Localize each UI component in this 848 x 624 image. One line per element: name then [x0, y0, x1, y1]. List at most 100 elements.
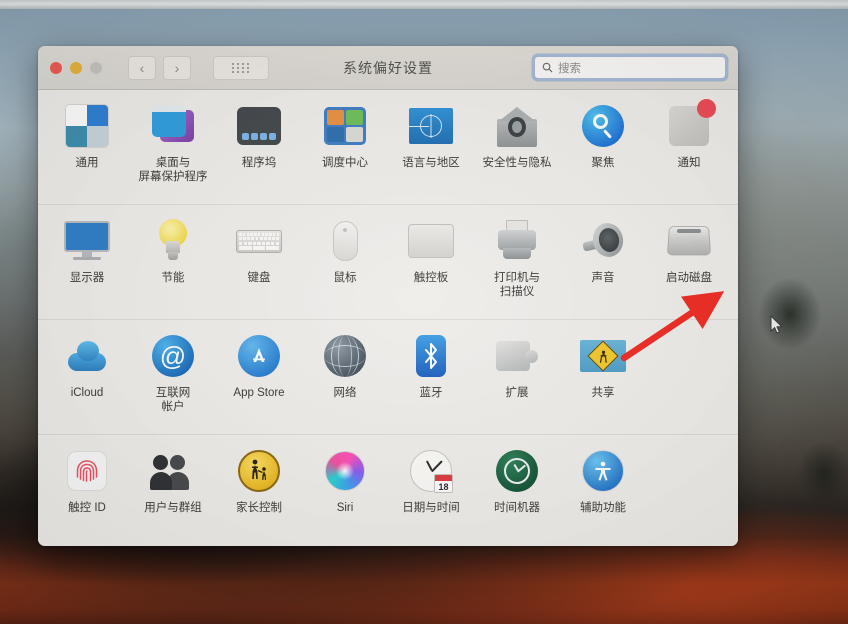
close-button[interactable]	[50, 61, 62, 74]
navigation-buttons: ‹ ›	[128, 55, 191, 80]
pref-label: 调度中心	[322, 157, 368, 169]
pref-label: 语言与地区	[402, 157, 460, 169]
pref-accessibility[interactable]: 辅助功能	[560, 445, 646, 541]
calendar-badge: 18	[434, 474, 453, 493]
displays-icon	[63, 217, 111, 265]
pref-siri[interactable]: Siri	[302, 445, 388, 541]
pref-internet-accounts[interactable]: @ 互联网 帐户	[130, 330, 216, 426]
preferences-row: 通用 桌面与 屏幕保护程序 程序坞 调度中心 语言与地区 安全性与隐私 聚焦 通…	[38, 90, 738, 205]
pref-label: 通用	[75, 157, 99, 169]
chevron-left-icon: ‹	[139, 59, 145, 76]
pref-label: 声音	[591, 272, 615, 284]
extensions-icon	[493, 332, 541, 380]
system-preferences-window: ‹ › 系统偏好设置 搜索 通用 桌面与 屏幕保护程序 程序坞 调度中心 语言与…	[38, 46, 738, 546]
pref-label: 家长控制	[236, 502, 282, 514]
network-icon	[321, 332, 369, 380]
pref-label: 触控板	[413, 272, 449, 284]
pref-spotlight[interactable]: 聚焦	[560, 100, 646, 196]
language-region-icon	[407, 102, 455, 150]
pref-label: 打印机与 扫描仪	[494, 272, 540, 299]
pref-label: 时间机器	[494, 502, 540, 514]
pref-time-machine[interactable]: 时间机器	[474, 445, 560, 541]
spotlight-icon	[579, 102, 627, 150]
security-privacy-icon	[493, 102, 541, 150]
pref-dock[interactable]: 程序坞	[216, 100, 302, 196]
pref-empty-slot	[646, 330, 732, 426]
pref-label: iCloud	[70, 387, 104, 399]
pref-label: 扩展	[505, 387, 529, 399]
search-icon	[542, 62, 553, 73]
trackpad-icon	[407, 217, 455, 265]
pref-extensions[interactable]: 扩展	[474, 330, 560, 426]
pref-printers-scanners[interactable]: 打印机与 扫描仪	[474, 215, 560, 311]
pref-mission-control[interactable]: 调度中心	[302, 100, 388, 196]
mission-control-icon	[321, 102, 369, 150]
show-all-button[interactable]	[213, 55, 269, 80]
pref-bluetooth[interactable]: 蓝牙	[388, 330, 474, 426]
pref-general[interactable]: 通用	[44, 100, 130, 196]
pref-label: 程序坞	[241, 157, 277, 169]
wallpaper-tree-cluster-2	[790, 429, 848, 519]
pref-users-groups[interactable]: 用户与群组	[130, 445, 216, 541]
search-area: 搜索	[534, 56, 726, 79]
startup-disk-icon	[665, 217, 713, 265]
pref-startup-disk[interactable]: 启动磁盘	[646, 215, 732, 311]
minimize-button[interactable]	[70, 61, 82, 74]
pref-label: 键盘	[247, 272, 271, 284]
grid-icon	[232, 62, 250, 73]
pref-desktop-screensaver[interactable]: 桌面与 屏幕保护程序	[130, 100, 216, 196]
users-groups-icon	[149, 447, 197, 495]
pref-label: 鼠标	[333, 272, 357, 284]
arrow-cursor	[770, 315, 783, 334]
internet-accounts-icon: @	[149, 332, 197, 380]
pref-label: 触控 ID	[68, 502, 106, 514]
pref-icloud[interactable]: iCloud	[44, 330, 130, 426]
pref-label: App Store	[233, 387, 285, 399]
search-field[interactable]: 搜索	[534, 56, 726, 79]
screen: ‹ › 系统偏好设置 搜索 通用 桌面与 屏幕保护程序 程序坞 调度中心 语言与…	[0, 0, 848, 624]
notification-badge	[697, 99, 716, 118]
pref-network[interactable]: 网络	[302, 330, 388, 426]
pref-language-region[interactable]: 语言与地区	[388, 100, 474, 196]
pref-date-time[interactable]: 18 日期与时间	[388, 445, 474, 541]
pref-security-privacy[interactable]: 安全性与隐私	[474, 100, 560, 196]
pref-label: 显示器	[69, 272, 105, 284]
date-time-icon: 18	[407, 447, 455, 495]
pref-label: 桌面与 屏幕保护程序	[138, 157, 208, 184]
pref-label: 共享	[591, 387, 615, 399]
zoom-button	[90, 61, 102, 74]
traffic-light-group	[50, 61, 102, 74]
energy-saver-icon	[149, 217, 197, 265]
pref-label: 日期与时间	[402, 502, 460, 514]
pref-keyboard[interactable]: 键盘	[216, 215, 302, 311]
pref-label: 启动磁盘	[666, 272, 712, 284]
pref-mouse[interactable]: 鼠标	[302, 215, 388, 311]
pref-displays[interactable]: 显示器	[44, 215, 130, 311]
pref-label: 通知	[677, 157, 701, 169]
app-store-icon	[235, 332, 283, 380]
pref-label: 辅助功能	[580, 502, 626, 514]
printers-scanners-icon	[493, 217, 541, 265]
pref-label: 安全性与隐私	[482, 157, 552, 169]
pref-sound[interactable]: 声音	[560, 215, 646, 311]
back-button[interactable]: ‹	[128, 55, 156, 80]
sound-icon	[579, 217, 627, 265]
pref-touch-id[interactable]: 触控 ID	[44, 445, 130, 541]
mouse-icon	[321, 217, 369, 265]
parental-controls-icon	[235, 447, 283, 495]
preferences-row: 触控 ID 用户与群组 家长控制 Siri 18 日期与时间 时间机器 辅助功能	[38, 435, 738, 546]
bluetooth-icon	[407, 332, 455, 380]
sharing-icon	[579, 332, 627, 380]
pref-sharing[interactable]: 共享	[560, 330, 646, 426]
monitor-bezel	[0, 0, 848, 9]
pref-app-store[interactable]: App Store	[216, 330, 302, 426]
pref-trackpad[interactable]: 触控板	[388, 215, 474, 311]
preferences-row: iCloud @ 互联网 帐户 App Store 网络 蓝牙 扩展 共享	[38, 320, 738, 435]
pref-label: 网络	[333, 387, 357, 399]
pref-parental-controls[interactable]: 家长控制	[216, 445, 302, 541]
desktop-screensaver-icon	[149, 102, 197, 150]
forward-button[interactable]: ›	[163, 55, 191, 80]
pref-energy-saver[interactable]: 节能	[130, 215, 216, 311]
window-titlebar: ‹ › 系统偏好设置 搜索	[38, 46, 738, 90]
pref-notifications[interactable]: 通知	[646, 99, 732, 196]
